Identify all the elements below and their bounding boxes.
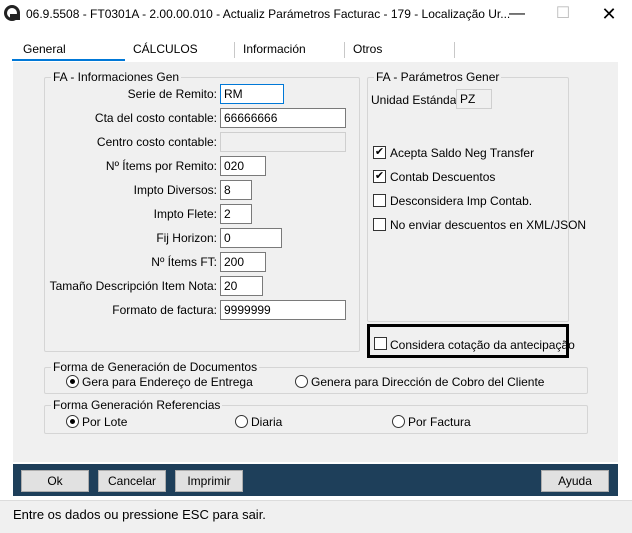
tab-separator <box>234 42 235 58</box>
group-parametros-legend: FA - Parámetros Gener <box>376 70 500 84</box>
radio-endereco-entrega[interactable] <box>66 375 79 388</box>
unidad-estandar-input[interactable] <box>456 89 492 109</box>
radio-endereco-entrega-label: Gera para Endereço de Entrega <box>82 375 253 389</box>
impto-diversos-input[interactable] <box>220 180 252 200</box>
group-refs-legend: Forma Generación Referencias <box>53 398 221 412</box>
radio-por-lote-label: Por Lote <box>82 415 128 429</box>
label-centro-costo: Centro costo contable: <box>96 135 217 149</box>
radio-por-factura-label: Por Factura <box>408 415 471 429</box>
considera-cotacao-label: Considera cotação da antecipação <box>390 338 575 352</box>
tab-otros[interactable]: Otros <box>353 42 382 60</box>
impto-flete-input[interactable] <box>220 204 252 224</box>
label-items-remito: Nº Ítems por Remito: <box>105 159 217 173</box>
radio-por-factura[interactable] <box>392 415 405 428</box>
formato-factura-input[interactable] <box>220 300 346 320</box>
print-button[interactable]: Imprimir <box>175 470 243 492</box>
cancel-button[interactable]: Cancelar <box>98 470 166 492</box>
label-formato-factura: Formato de factura: <box>112 303 217 317</box>
window-title: 06.9.5508 - FT0301A - 2.00.00.010 - Actu… <box>26 7 511 21</box>
items-remito-input[interactable] <box>220 156 266 176</box>
maximize-button[interactable]: ☐ <box>540 0 586 30</box>
considera-cotacao-checkbox[interactable] <box>374 337 387 350</box>
contab-descuentos-label: Contab Descuentos <box>390 170 496 184</box>
label-unidad-estandar: Unidad Estándar: <box>371 93 464 107</box>
no-enviar-descuentos-label: No enviar descuentos en XML/JSON <box>390 218 587 232</box>
tab-informacion[interactable]: Información <box>243 42 306 60</box>
radio-diaria-label: Diaria <box>251 415 283 429</box>
cta-costo-input[interactable] <box>220 108 346 128</box>
label-fij-horizon: Fij Horizon: <box>156 231 217 245</box>
radio-por-lote[interactable] <box>66 415 79 428</box>
status-text: Entre os dados ou pressione ESC para sai… <box>13 507 266 522</box>
serie-remito-input[interactable] <box>220 84 284 104</box>
tab-separator <box>344 42 345 58</box>
acepta-saldo-label: Acepta Saldo Neg Transfer <box>390 146 535 160</box>
group-docs-legend: Forma de Generación de Documentos <box>53 360 258 374</box>
close-button[interactable]: ✕ <box>586 0 632 30</box>
no-enviar-descuentos-checkbox[interactable] <box>373 218 386 231</box>
app-logo-icon <box>4 5 20 21</box>
contab-descuentos-checkbox[interactable]: ✔ <box>373 170 386 183</box>
items-ft-input[interactable] <box>220 252 266 272</box>
acepta-saldo-checkbox[interactable]: ✔ <box>373 146 386 159</box>
label-impto-flete: Impto Flete: <box>153 207 217 221</box>
minimize-button[interactable]: — <box>494 0 540 30</box>
label-impto-diversos: Impto Diversos: <box>133 183 217 197</box>
radio-direccion-cobro[interactable] <box>295 375 308 388</box>
label-serie-remito: Serie de Remito: <box>127 87 217 101</box>
desconsidera-imp-label: Desconsidera Imp Contab. <box>390 194 533 208</box>
tab-calculos[interactable]: CÁLCULOS <box>133 42 198 60</box>
label-cta-costo: Cta del costo contable: <box>94 111 217 125</box>
radio-direccion-cobro-label: Genera para Dirección de Cobro del Clien… <box>311 375 545 389</box>
help-button[interactable]: Ayuda <box>541 470 609 492</box>
centro-costo-input[interactable] <box>220 132 346 152</box>
label-tamano-descripcion: Tamaño Descripción Item Nota: <box>49 279 217 293</box>
group-informaciones-legend: FA - Informaciones Gen <box>53 70 180 84</box>
tamano-descripcion-input[interactable] <box>220 276 263 296</box>
tab-general[interactable]: General <box>23 42 66 60</box>
radio-diaria[interactable] <box>235 415 248 428</box>
desconsidera-imp-checkbox[interactable] <box>373 194 386 207</box>
tab-separator <box>454 42 455 58</box>
ok-button[interactable]: Ok <box>21 470 89 492</box>
label-items-ft: Nº Ítems FT: <box>151 255 217 269</box>
fij-horizon-input[interactable] <box>220 228 282 248</box>
tab-active-indicator <box>12 59 125 61</box>
